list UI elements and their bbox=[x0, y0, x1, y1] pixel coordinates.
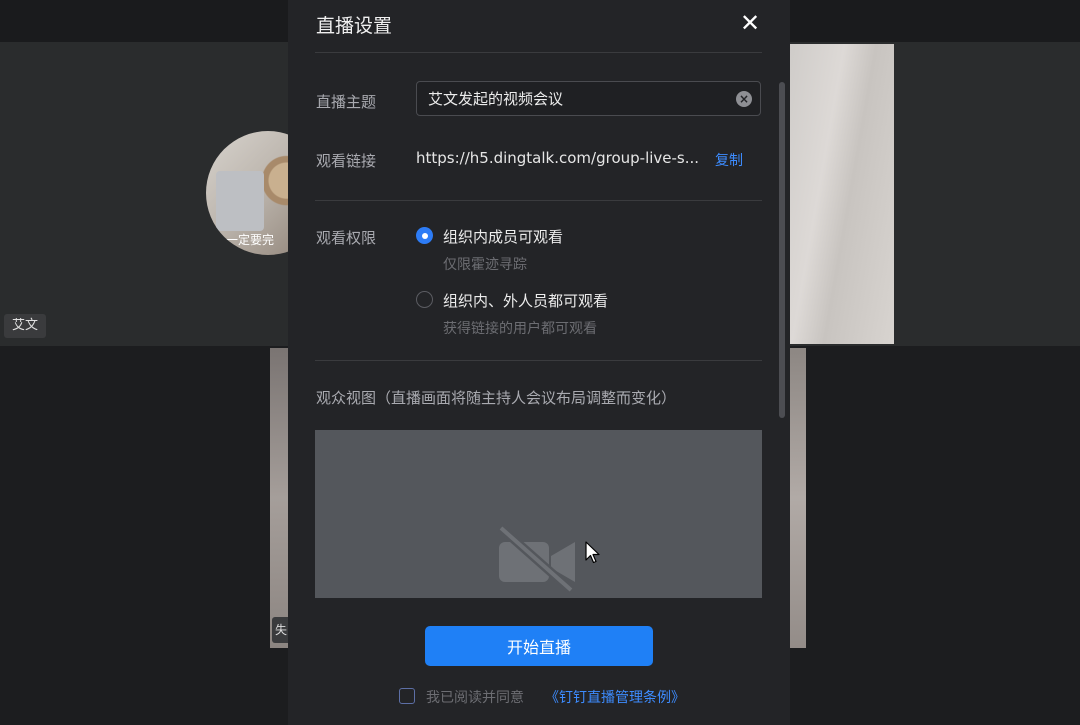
permission-label: 观看权限 bbox=[316, 229, 377, 247]
watch-link-url: https://h5.dingtalk.com/group-live-s... bbox=[416, 149, 700, 167]
topic-input[interactable] bbox=[428, 82, 728, 115]
participant-video-strip-right bbox=[790, 348, 806, 648]
start-live-button[interactable]: 开始直播 bbox=[425, 626, 653, 666]
section-divider bbox=[315, 200, 762, 201]
avatar-caption: 一定要完 bbox=[226, 233, 275, 247]
permission-option-external[interactable]: 组织内、外人员都可观看 bbox=[443, 290, 608, 311]
dialog-title: 直播设置 bbox=[316, 15, 393, 37]
permission-option-internal-hint: 仅限霍迹寻踪 bbox=[443, 257, 527, 273]
participant-name-tag: 艾文 bbox=[4, 314, 47, 338]
watch-link-label: 观看链接 bbox=[316, 152, 377, 170]
audience-view-label: 观众视图（直播画面将随主持人会议布局调整而变化） bbox=[316, 389, 677, 407]
permission-radio-external[interactable] bbox=[416, 291, 433, 308]
camera-off-icon bbox=[498, 524, 575, 594]
permission-option-internal[interactable]: 组织内成员可观看 bbox=[443, 226, 563, 247]
title-divider bbox=[315, 52, 762, 53]
audience-view-preview bbox=[315, 430, 762, 598]
topic-label: 直播主题 bbox=[316, 93, 377, 111]
close-icon[interactable]: ✕ bbox=[737, 10, 763, 36]
live-settings-dialog: 直播设置 ✕ 直播主题 × 观看链接 https://h5.dingtalk.c… bbox=[288, 0, 790, 725]
section-divider bbox=[315, 360, 762, 361]
copy-link-button[interactable]: 复制 bbox=[715, 150, 743, 170]
topic-field[interactable]: × bbox=[416, 81, 761, 116]
laptop-icon bbox=[216, 171, 264, 231]
agreement-text: 我已阅读并同意 bbox=[426, 690, 524, 706]
clear-icon[interactable]: × bbox=[736, 91, 752, 107]
agreement-link[interactable]: 《钉钉直播管理条例》 bbox=[545, 687, 685, 707]
participant-video-right bbox=[790, 44, 894, 344]
dialog-scrollbar[interactable] bbox=[779, 82, 785, 418]
mouse-cursor-icon bbox=[585, 541, 600, 564]
permission-option-external-hint: 获得链接的用户都可观看 bbox=[443, 321, 597, 337]
permission-radio-internal[interactable] bbox=[416, 227, 433, 244]
participant-video-strip-left bbox=[270, 348, 290, 648]
agreement-checkbox[interactable] bbox=[399, 688, 415, 704]
